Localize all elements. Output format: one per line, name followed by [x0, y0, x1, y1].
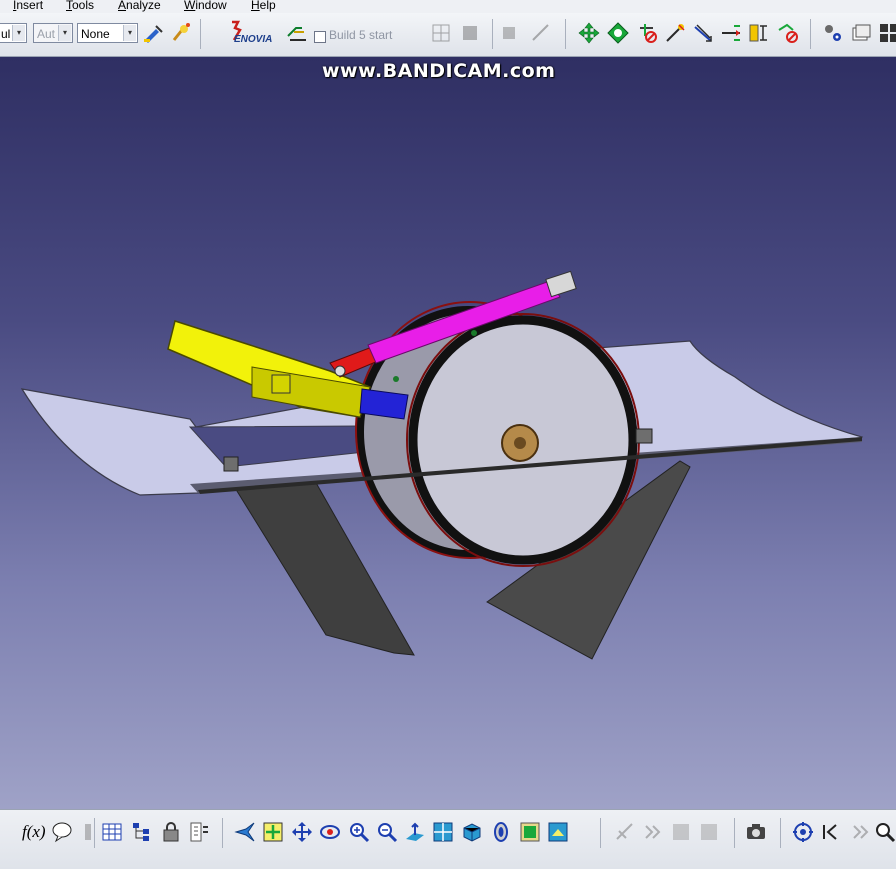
- sketch-icon[interactable]: [614, 821, 636, 843]
- pan-icon[interactable]: [291, 821, 313, 843]
- chevron-down-icon: ▾: [123, 25, 136, 41]
- iso-view-icon[interactable]: [460, 821, 482, 843]
- multi-view-icon[interactable]: [432, 821, 454, 843]
- yellow-arm-hole: [271, 374, 291, 394]
- list-icon[interactable]: [188, 821, 210, 843]
- clash-icon[interactable]: [637, 22, 659, 44]
- bandicam-watermark: www.BANDICAM.com: [322, 60, 556, 82]
- lock-icon[interactable]: [160, 821, 182, 843]
- hide-show-icon[interactable]: [519, 821, 541, 843]
- layer-combo[interactable]: ul ▾: [0, 23, 27, 43]
- menu-help[interactable]: Help: [251, 0, 276, 11]
- zoom-out-icon[interactable]: [376, 821, 398, 843]
- manipulate-rotate-icon[interactable]: [607, 22, 629, 44]
- sweep-icon[interactable]: [170, 22, 192, 44]
- pivot-marker: [393, 376, 399, 382]
- parameters-icon[interactable]: [77, 821, 99, 843]
- target-icon[interactable]: [792, 821, 814, 843]
- snap-point-icon[interactable]: [664, 22, 686, 44]
- bottom-toolbar: f(x): [0, 809, 896, 869]
- menu-tools[interactable]: Tools: [66, 0, 94, 11]
- rotate-icon[interactable]: [319, 821, 341, 843]
- menu-analyze[interactable]: Analyze: [118, 0, 161, 11]
- top-toolbar: ul ▾ Aut ▾ None ▾ ENOVIA Build 5 start: [0, 13, 896, 57]
- fit-all-icon[interactable]: [262, 821, 284, 843]
- assembly-model[interactable]: [0, 57, 896, 809]
- build-checkbox[interactable]: [314, 31, 326, 43]
- next-icon[interactable]: [642, 821, 664, 843]
- camera-icon[interactable]: [745, 821, 767, 843]
- pivot-pin: [334, 365, 346, 377]
- none-combo[interactable]: None ▾: [77, 23, 138, 43]
- tree-icon[interactable]: [131, 821, 153, 843]
- grid-view-icon[interactable]: [878, 22, 896, 44]
- menu-insert[interactable]: Insert: [13, 0, 43, 11]
- comment-icon[interactable]: [51, 821, 73, 843]
- left-bracket: [223, 456, 239, 472]
- chevron-down-icon: ▾: [58, 25, 71, 41]
- right-bracket: [635, 428, 653, 444]
- chevron-down-icon: ▾: [12, 25, 25, 41]
- swap-visible-icon[interactable]: [547, 821, 569, 843]
- menu-window[interactable]: Window: [184, 0, 227, 11]
- zoom-in-icon[interactable]: [348, 821, 370, 843]
- svg-text:ENOVIA: ENOVIA: [234, 34, 272, 45]
- constraint-icon[interactable]: [822, 22, 844, 44]
- no-clash-icon[interactable]: [777, 22, 799, 44]
- render-style-icon[interactable]: [490, 821, 512, 843]
- auto-combo[interactable]: Aut ▾: [33, 23, 73, 43]
- smart-move-icon[interactable]: [692, 22, 714, 44]
- table-icon[interactable]: [101, 821, 123, 843]
- manipulate-icon[interactable]: [578, 22, 600, 44]
- catalog-icon[interactable]: [850, 22, 872, 44]
- fly-icon[interactable]: [234, 821, 256, 843]
- ruler-icon[interactable]: [747, 22, 769, 44]
- previous-icon[interactable]: [820, 821, 842, 843]
- grid-icon[interactable]: [430, 22, 452, 44]
- menu-bar: Insert Tools Analyze Window Help: [0, 0, 896, 13]
- snap-icon[interactable]: [286, 22, 308, 44]
- hub-center: [514, 437, 526, 449]
- compass-icon[interactable]: [459, 22, 481, 44]
- view-list2-icon[interactable]: [698, 821, 720, 843]
- formula-icon[interactable]: f(x): [22, 822, 46, 842]
- enovia-logo-icon: ENOVIA: [232, 20, 272, 45]
- search-icon[interactable]: [874, 821, 896, 843]
- painter-icon[interactable]: [142, 22, 164, 44]
- explode-icon[interactable]: [498, 22, 520, 44]
- measure-icon[interactable]: [530, 22, 552, 44]
- 3d-viewport[interactable]: www.BANDICAM.com: [0, 57, 896, 809]
- view-list-icon[interactable]: [670, 821, 692, 843]
- cylinder-end-cap: [545, 270, 577, 298]
- forward-icon[interactable]: [850, 821, 872, 843]
- pivot-marker: [471, 330, 477, 336]
- normal-view-icon[interactable]: [404, 821, 426, 843]
- explode-arrows-icon[interactable]: [720, 22, 742, 44]
- build-check-label: Build 5 start: [329, 28, 393, 42]
